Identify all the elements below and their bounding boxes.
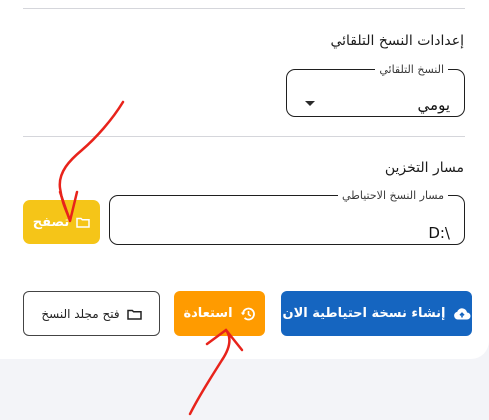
auto-backup-section-title: إعدادات النسخ التلقائي bbox=[330, 33, 464, 49]
history-icon bbox=[240, 306, 256, 322]
caret-down-icon bbox=[305, 101, 315, 106]
restore-button[interactable]: استعادة bbox=[174, 291, 265, 336]
folder-icon bbox=[126, 308, 142, 320]
folder-icon bbox=[76, 216, 90, 228]
create-backup-button[interactable]: إنشاء نسخة احتياطية الان bbox=[281, 291, 472, 336]
auto-backup-select[interactable]: النسخ التلقائي يومي bbox=[286, 63, 465, 117]
create-backup-button-label: إنشاء نسخة احتياطية الان bbox=[282, 306, 446, 321]
open-backup-folder-button[interactable]: فتح مجلد النسخ bbox=[23, 291, 160, 336]
restore-button-label: استعادة bbox=[183, 306, 233, 321]
open-backup-folder-button-label: فتح مجلد النسخ bbox=[41, 306, 120, 321]
backup-path-input[interactable]: مسار النسخ الاحتياطي D:\ bbox=[109, 189, 465, 245]
backup-path-field-label: مسار النسخ الاحتياطي bbox=[341, 189, 444, 202]
browse-button-label: تصفح bbox=[32, 214, 70, 230]
middle-divider bbox=[23, 136, 465, 137]
browse-button[interactable]: تصفح bbox=[23, 200, 100, 244]
storage-section-title: مسار التخزين bbox=[384, 160, 464, 176]
cloud-upload-icon bbox=[453, 307, 471, 320]
backup-path-value: D:\ bbox=[428, 224, 450, 242]
backup-settings-card: إعدادات النسخ التلقائي النسخ التلقائي يو… bbox=[0, 0, 489, 359]
auto-backup-selected-value: يومي bbox=[417, 96, 450, 114]
top-divider bbox=[23, 8, 465, 9]
auto-backup-field-label: النسخ التلقائي bbox=[379, 63, 444, 76]
